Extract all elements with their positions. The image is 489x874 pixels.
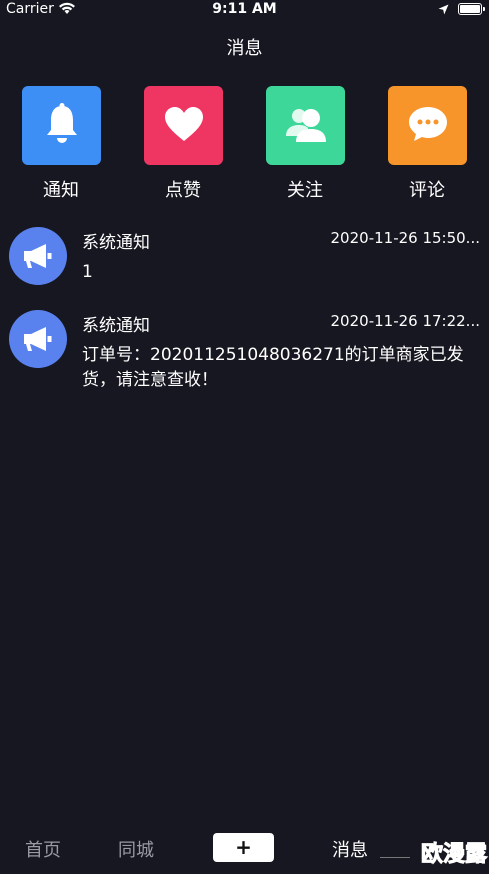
watermark-logo: 欧漫露 [420, 842, 487, 868]
category-follow-button[interactable] [266, 86, 345, 165]
tab-nearby[interactable]: 同城 [118, 836, 154, 862]
message-body: 订单号：202011251048036271的订单商家已发货，请注意查收！ [82, 345, 464, 390]
heart-icon [163, 105, 205, 147]
message-title: 系统通知 [82, 316, 150, 336]
bell-icon [42, 102, 82, 150]
messages-screen: Carrier 9:11 AM 消息 通知 点赞 关注 评论 系统通知 2020… [0, 0, 489, 874]
contacts-icon [284, 104, 328, 148]
category-like-button[interactable] [144, 86, 223, 165]
tab-home[interactable]: 首页 [25, 836, 61, 862]
message-time: 2020-11-26 17:22... [330, 312, 480, 330]
tab-messages[interactable]: 消息 [332, 836, 368, 862]
message-body: 1 [82, 262, 93, 282]
location-arrow-icon [438, 3, 449, 19]
battery-tip [483, 7, 485, 11]
category-comment-label: 评论 [409, 180, 445, 201]
category-follow-label: 关注 [287, 180, 323, 201]
category-like-label: 点赞 [165, 180, 201, 201]
status-bar: Carrier 9:11 AM [0, 0, 489, 20]
watermark-divider [380, 857, 410, 858]
message-time: 2020-11-26 15:50... [330, 229, 480, 247]
megaphone-icon [9, 227, 67, 285]
battery-icon [458, 3, 482, 15]
status-time: 9:11 AM [212, 1, 277, 17]
message-title: 系统通知 [82, 233, 150, 253]
page-title: 消息 [226, 38, 263, 59]
chat-bubble-icon [406, 104, 450, 148]
megaphone-icon [9, 310, 67, 368]
category-comment-button[interactable] [388, 86, 467, 165]
category-notice-button[interactable] [22, 86, 101, 165]
category-notice-label: 通知 [43, 180, 79, 201]
add-post-button[interactable]: + [213, 833, 274, 862]
